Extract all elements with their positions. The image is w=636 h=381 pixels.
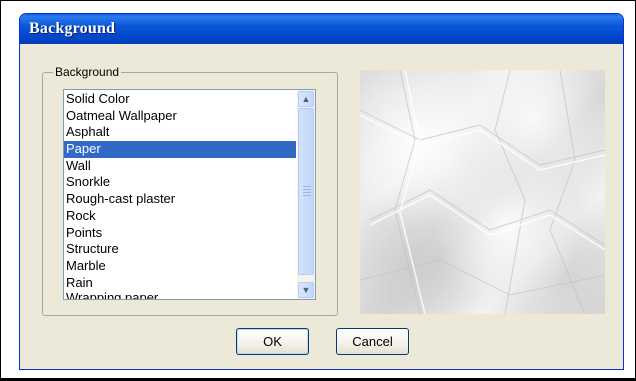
list-item[interactable]: Oatmeal Wallpaper bbox=[64, 108, 296, 125]
scroll-down-button[interactable]: ▼ bbox=[298, 282, 314, 298]
chevron-down-icon: ▼ bbox=[301, 285, 311, 295]
title-bar[interactable]: Background bbox=[20, 14, 623, 44]
list-item-selected[interactable]: Paper bbox=[64, 141, 296, 158]
list-item[interactable]: Rough-cast plaster bbox=[64, 191, 296, 208]
list-item[interactable]: Structure bbox=[64, 241, 296, 258]
list-item[interactable]: Rock bbox=[64, 208, 296, 225]
texture-preview bbox=[360, 70, 605, 314]
list-item[interactable]: Wall bbox=[64, 158, 296, 175]
list-item[interactable]: Points bbox=[64, 225, 296, 242]
scroll-thumb[interactable] bbox=[298, 108, 314, 275]
grip-line bbox=[303, 195, 311, 196]
chevron-up-icon: ▲ bbox=[301, 94, 311, 104]
groupbox-label: Background bbox=[53, 65, 122, 79]
list-item[interactable]: Wrapping paper bbox=[64, 291, 296, 299]
list-scrollbar[interactable]: ▲ ▼ bbox=[297, 90, 315, 299]
grip-line bbox=[303, 192, 311, 193]
list-items: Solid Color Oatmeal Wallpaper Asphalt Pa… bbox=[64, 91, 296, 299]
list-item[interactable]: Marble bbox=[64, 258, 296, 275]
list-item[interactable]: Solid Color bbox=[64, 91, 296, 108]
scroll-up-button[interactable]: ▲ bbox=[298, 91, 314, 107]
cancel-button[interactable]: Cancel bbox=[336, 328, 409, 355]
outer-frame-top bbox=[0, 0, 636, 1]
dialog-title: Background bbox=[29, 20, 116, 37]
crumple-lines bbox=[360, 70, 605, 314]
background-dialog: Background Background Solid Color Oatmea… bbox=[19, 13, 624, 370]
ok-button[interactable]: OK bbox=[236, 328, 309, 355]
background-listbox[interactable]: Solid Color Oatmeal Wallpaper Asphalt Pa… bbox=[63, 89, 316, 300]
list-item[interactable]: Rain bbox=[64, 275, 296, 292]
grip-line bbox=[303, 186, 311, 187]
outer-frame-left bbox=[0, 0, 1, 381]
grip-line bbox=[303, 189, 311, 190]
list-item[interactable]: Asphalt bbox=[64, 124, 296, 141]
list-item[interactable]: Snorkle bbox=[64, 174, 296, 191]
